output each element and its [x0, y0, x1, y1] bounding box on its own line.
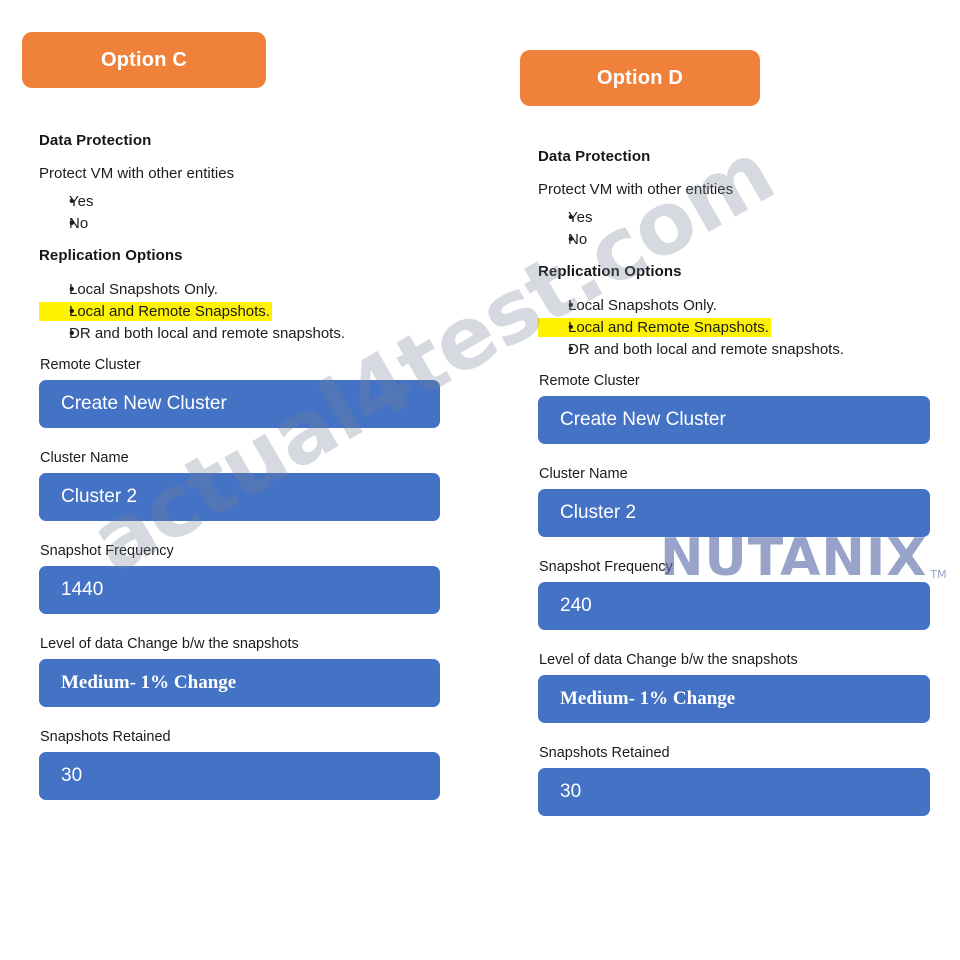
list-item[interactable]: DR and both local and remote snapshots.	[538, 340, 958, 359]
bullet-icon	[538, 209, 568, 226]
remote-cluster-field[interactable]: Create New Cluster	[538, 396, 930, 444]
data-change-level-group: Level of data Change b/w the snapshots M…	[39, 636, 469, 707]
data-change-level-field[interactable]: Medium- 1% Change	[39, 659, 440, 707]
bullet-icon	[39, 325, 69, 342]
option-c-button[interactable]: Option C	[22, 32, 266, 88]
bullet-icon	[538, 231, 568, 248]
list-item[interactable]: Local Snapshots Only.	[39, 280, 469, 299]
cluster-name-group: Cluster Name Cluster 2	[39, 450, 469, 521]
remote-cluster-group: Remote Cluster Create New Cluster	[39, 357, 469, 428]
protect-vm-answer-list: Yes No	[538, 208, 958, 249]
snapshots-retained-label: Snapshots Retained	[40, 729, 171, 745]
snapshots-retained-field[interactable]: 30	[39, 752, 440, 800]
snapshot-frequency-group: Snapshot Frequency 240	[538, 559, 958, 630]
list-item[interactable]: Local Snapshots Only.	[538, 296, 958, 315]
cluster-name-label: Cluster Name	[539, 466, 628, 482]
cluster-name-field[interactable]: Cluster 2	[538, 489, 930, 537]
snapshot-frequency-group: Snapshot Frequency 1440	[39, 543, 469, 614]
snapshots-retained-field[interactable]: 30	[538, 768, 930, 816]
snapshot-frequency-label: Snapshot Frequency	[40, 543, 174, 559]
bullet-icon	[39, 215, 69, 232]
data-change-level-field[interactable]: Medium- 1% Change	[538, 675, 930, 723]
cluster-name-group: Cluster Name Cluster 2	[538, 466, 958, 537]
bullet-icon	[39, 303, 69, 320]
list-item[interactable]: Yes	[538, 208, 958, 227]
remote-cluster-field[interactable]: Create New Cluster	[39, 380, 440, 428]
list-item-highlighted[interactable]: Local and Remote Snapshots.	[538, 318, 771, 337]
comparison-page: Option C Data Protection Protect VM with…	[0, 0, 960, 960]
replication-options-heading: Replication Options	[538, 263, 682, 280]
remote-cluster-label: Remote Cluster	[40, 357, 141, 373]
remote-cluster-group: Remote Cluster Create New Cluster	[538, 373, 958, 444]
protect-vm-question: Protect VM with other entities	[538, 181, 734, 198]
list-item[interactable]: No	[538, 230, 958, 249]
protect-vm-question: Protect VM with other entities	[39, 165, 235, 182]
replication-choice-list: Local Snapshots Only. Local and Remote S…	[538, 296, 958, 359]
bullet-icon	[39, 281, 69, 298]
list-item[interactable]: No	[39, 214, 469, 233]
cluster-name-field[interactable]: Cluster 2	[39, 473, 440, 521]
replication-choice-list: Local Snapshots Only. Local and Remote S…	[39, 280, 469, 343]
data-change-level-label: Level of data Change b/w the snapshots	[40, 636, 299, 652]
bullet-icon	[538, 297, 568, 314]
bullet-icon	[538, 319, 568, 336]
data-protection-heading: Data Protection	[39, 132, 152, 149]
bullet-icon	[39, 193, 69, 210]
snapshot-frequency-field[interactable]: 240	[538, 582, 930, 630]
list-item-highlighted[interactable]: Local and Remote Snapshots.	[39, 302, 272, 321]
snapshot-frequency-label: Snapshot Frequency	[539, 559, 673, 575]
remote-cluster-label: Remote Cluster	[539, 373, 640, 389]
data-protection-heading: Data Protection	[538, 148, 651, 165]
list-item[interactable]: DR and both local and remote snapshots.	[39, 324, 469, 343]
option-c-body: Data Protection Protect VM with other en…	[39, 132, 469, 822]
option-d-body: Data Protection Protect VM with other en…	[538, 148, 958, 838]
snapshots-retained-label: Snapshots Retained	[539, 745, 670, 761]
bullet-icon	[538, 341, 568, 358]
protect-vm-answer-list: Yes No	[39, 192, 469, 233]
replication-options-heading: Replication Options	[39, 247, 183, 264]
cluster-name-label: Cluster Name	[40, 450, 129, 466]
option-d-button[interactable]: Option D	[520, 50, 760, 106]
data-change-level-group: Level of data Change b/w the snapshots M…	[538, 652, 958, 723]
data-change-level-label: Level of data Change b/w the snapshots	[539, 652, 798, 668]
snapshot-frequency-field[interactable]: 1440	[39, 566, 440, 614]
snapshots-retained-group: Snapshots Retained 30	[538, 745, 958, 816]
list-item[interactable]: Yes	[39, 192, 469, 211]
snapshots-retained-group: Snapshots Retained 30	[39, 729, 469, 800]
